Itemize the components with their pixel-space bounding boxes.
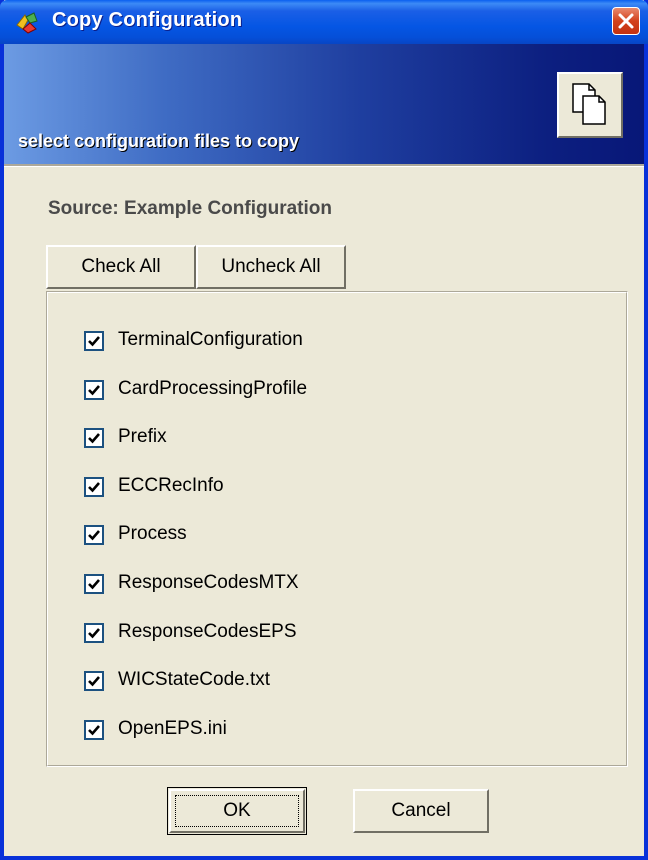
file-checkbox-item[interactable]: CardProcessingProfile: [84, 377, 484, 403]
file-checkbox-label: ResponseCodesMTX: [118, 572, 299, 593]
checkmark-icon: [88, 530, 100, 541]
file-checkbox-label: ResponseCodesEPS: [118, 620, 297, 642]
file-checkbox-item[interactable]: Prefix: [84, 425, 484, 451]
checkbox[interactable]: [84, 428, 104, 449]
title-bar[interactable]: Copy Configuration: [0, 0, 648, 44]
source-label: Source: Example Configuration: [48, 198, 332, 219]
checkbox[interactable]: [84, 476, 104, 497]
file-checkbox-label: CardProcessingProfile: [118, 377, 308, 399]
checkbox[interactable]: [84, 525, 104, 546]
cancel-button[interactable]: Cancel: [353, 789, 489, 833]
checkmark-icon: [88, 433, 100, 444]
header-divider: [4, 164, 644, 167]
close-icon: [618, 13, 634, 29]
checkmark-icon: [88, 627, 100, 639]
checkbox[interactable]: [84, 379, 104, 400]
checkmark-icon: [88, 676, 100, 687]
file-checkbox-label: Prefix: [118, 426, 167, 448]
file-checkbox-label: WICStateCode.txt: [118, 669, 271, 691]
file-checkbox-item[interactable]: TerminalConfiguration: [84, 328, 484, 354]
file-checkbox-item[interactable]: WICStateCode.txt: [84, 668, 484, 694]
checkbox[interactable]: [84, 331, 104, 351]
cancel-label: Cancel: [391, 800, 451, 821]
checkmark-icon: [88, 336, 100, 347]
file-checkbox-label: TerminalConfiguration: [118, 329, 303, 350]
file-checkbox-item[interactable]: OpenEPS.ini: [84, 717, 484, 743]
window-title: Copy Configuration: [52, 9, 243, 31]
close-button[interactable]: [612, 7, 640, 35]
file-checkbox-item[interactable]: ECCRecInfo: [84, 474, 484, 500]
ok-button[interactable]: OK: [169, 789, 305, 833]
file-checkbox-item[interactable]: ResponseCodesMTX: [84, 571, 484, 597]
file-checkbox-item[interactable]: Process: [84, 522, 484, 548]
header-icon-frame: [557, 72, 623, 138]
file-checkbox-label: OpenEPS.ini: [118, 717, 227, 739]
file-checkbox-label: ECCRecInfo: [118, 474, 224, 496]
checkbox[interactable]: [84, 719, 104, 740]
checkmark-icon: [88, 384, 100, 396]
checkmark-icon: [88, 579, 100, 590]
checkbox[interactable]: [84, 622, 104, 643]
ok-label: OK: [223, 800, 251, 821]
checkbox[interactable]: [84, 671, 104, 692]
file-checkbox-label: Process: [118, 523, 187, 545]
file-checkbox-item[interactable]: ResponseCodesEPS: [84, 620, 484, 646]
checkmark-icon: [88, 724, 100, 736]
file-list-panel: TerminalConfiguration CardProcessingProfi…: [46, 291, 628, 767]
file-list: TerminalConfiguration CardProcessingProfi…: [47, 292, 627, 766]
wizard-header: select configuration files to copy: [4, 44, 644, 164]
checkmark-icon: [88, 481, 100, 493]
copy-files-icon: [572, 83, 606, 125]
uncheck-all-button[interactable]: Uncheck All: [196, 245, 346, 289]
checkbox[interactable]: [84, 574, 104, 594]
check-all-button[interactable]: Check All: [46, 245, 196, 289]
copy-configuration-dialog: Copy Configuration select configuration …: [0, 0, 648, 860]
header-subtitle: select configuration files to copy: [18, 131, 300, 151]
app-icon: [14, 9, 40, 35]
